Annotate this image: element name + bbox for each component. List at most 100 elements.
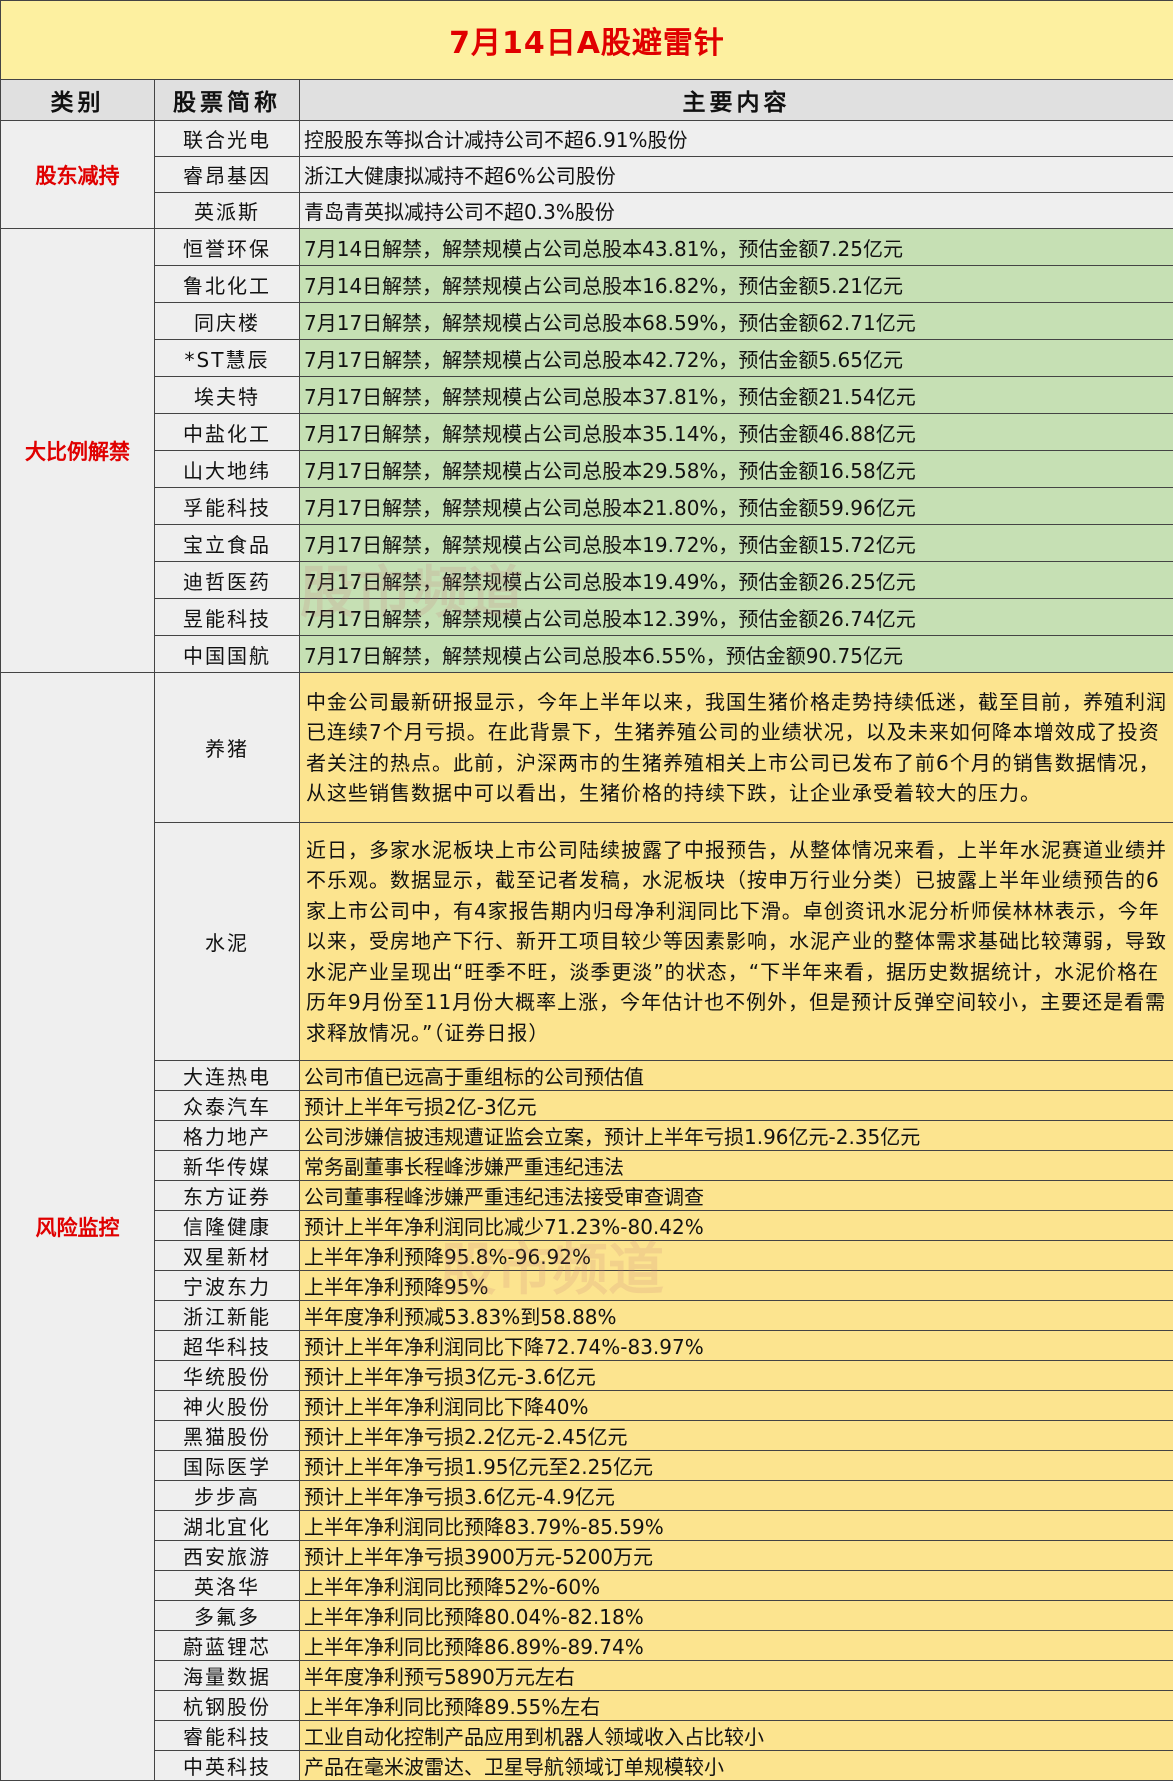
table-row: 睿昂基因 浙江大健康拟减持不超6%公司股份 — [1, 156, 1173, 193]
stock-name-cell: 睿昂基因 — [154, 156, 300, 193]
table-row: 风险监控 养猪 中金公司最新研报显示，今年上半年以来，我国生猪价格走势持续低迷，截至… — [0, 672, 1173, 1781]
content-cell: 上半年净利预降95.8%-96.92% — [298, 1240, 1173, 1271]
content-cell: 预计上半年净亏损3900万元-5200万元 — [298, 1540, 1173, 1571]
stock-name-cell: 新华传媒 — [154, 1150, 300, 1181]
table-row: 宁波东力 上半年净利预降95% — [1, 1270, 1173, 1301]
stock-name-cell: 步步高 — [154, 1480, 300, 1511]
table-row: 超华科技 预计上半年净利润同比下降72.74%-83.97% — [1, 1330, 1173, 1361]
stock-name-cell: *ST慧辰 — [154, 339, 300, 377]
stock-name-cell: 孚能科技 — [154, 487, 300, 525]
stock-name-cell: 双星新材 — [154, 1240, 300, 1271]
table-row: 英洛华 上半年净利润同比预降52%-60% — [1, 1570, 1173, 1601]
table-row: 浙江新能 半年度净利预减53.83%到58.88% — [1, 1300, 1173, 1331]
content-cell: 7月17日解禁，解禁规模占公司总股本6.55%，预估金额90.75亿元 — [298, 635, 1173, 673]
stock-name-cell: 东方证券 — [154, 1180, 300, 1211]
stock-name-cell: 养猪 — [154, 672, 300, 823]
table-row: 蔚蓝锂芯 上半年净利同比预降86.89%-89.74% — [1, 1630, 1173, 1661]
content-cell: 预计上半年净利润同比减少71.23%-80.42% — [298, 1210, 1173, 1241]
stock-name-cell: 国际医学 — [154, 1450, 300, 1481]
stock-name-cell: 众泰汽车 — [154, 1090, 300, 1121]
table-row: 山大地纬 7月17日解禁，解禁规模占公司总股本29.58%，预估金额16.58亿元 — [1, 450, 1173, 488]
content-cell: 上半年净利同比预降86.89%-89.74% — [298, 1630, 1173, 1661]
content-cell: 公司市值已远高于重组标的公司预估值 — [298, 1060, 1173, 1091]
table-row: 鲁北化工 7月14日解禁，解禁规模占公司总股本16.82%，预估金额5.21亿元 — [1, 265, 1173, 303]
content-cell: 浙江大健康拟减持不超6%公司股份 — [298, 156, 1173, 193]
stock-name-cell: 超华科技 — [154, 1330, 300, 1361]
table-row: 大连热电 公司市值已远高于重组标的公司预估值 — [1, 1060, 1173, 1091]
table-row: 迪哲医药 7月17日解禁，解禁规模占公司总股本19.49%，预估金额26.25亿元 — [1, 561, 1173, 599]
stock-name-cell: 黑猫股份 — [154, 1420, 300, 1451]
content-cell: 7月17日解禁，解禁规模占公司总股本12.39%，预估金额26.74亿元 — [298, 598, 1173, 636]
table-row: 中英科技 产品在毫米波雷达、卫星导航领域订单规模较小 — [1, 1750, 1173, 1781]
table-row: 中国国航 7月17日解禁，解禁规模占公司总股本6.55%，预估金额90.75亿元 — [1, 635, 1173, 673]
content-cell: 预计上半年净利润同比下降40% — [298, 1390, 1173, 1421]
table-row: *ST慧辰 7月17日解禁，解禁规模占公司总股本42.72%，预估金额5.65亿元 — [1, 339, 1173, 377]
table-row: 埃夫特 7月17日解禁，解禁规模占公司总股本37.81%，预估金额21.54亿元 — [1, 376, 1173, 414]
content-cell: 控股股东等拟合计减持公司不超6.91%股份 — [298, 120, 1173, 157]
table-row: 多氟多 上半年净利同比预降80.04%-82.18% — [1, 1600, 1173, 1631]
stock-name-cell: 信隆健康 — [154, 1210, 300, 1241]
content-cell: 公司涉嫌信披违规遭证监会立案，预计上半年亏损1.96亿元-2.35亿元 — [298, 1120, 1173, 1151]
stock-name-cell: 湖北宜化 — [154, 1510, 300, 1541]
sheet: 7月14日A股避雷针 类别 股票简称 主要内容 股东减持 联合光电 控股股东等拟合计… — [0, 0, 1173, 1785]
stock-name-cell: 水泥 — [154, 822, 300, 1061]
content-cell: 7月17日解禁，解禁规模占公司总股本42.72%，预估金额5.65亿元 — [298, 339, 1173, 377]
content-cell: 预计上半年净亏损1.95亿元至2.25亿元 — [298, 1450, 1173, 1481]
stock-name-cell: 多氟多 — [154, 1600, 300, 1631]
stock-name-cell: 同庆楼 — [154, 302, 300, 340]
table-row: 杭钢股份 上半年净利同比预降89.55%左右 — [1, 1690, 1173, 1721]
content-cell: 产品在毫米波雷达、卫星导航领域订单规模较小 — [298, 1750, 1173, 1781]
content-cell: 预计上半年净亏损3.6亿元-4.9亿元 — [298, 1480, 1173, 1511]
table-row: 格力地产 公司涉嫌信披违规遭证监会立案，预计上半年亏损1.96亿元-2.35亿元 — [1, 1120, 1173, 1151]
table-row: 股东减持 联合光电 控股股东等拟合计减持公司不超6.91%股份 — [0, 120, 1173, 229]
content-cell: 上半年净利润同比预降83.79%-85.59% — [298, 1510, 1173, 1541]
stock-name-cell: 宝立食品 — [154, 524, 300, 562]
table-row: 湖北宜化 上半年净利润同比预降83.79%-85.59% — [1, 1510, 1173, 1541]
content-cell: 7月17日解禁，解禁规模占公司总股本68.59%，预估金额62.71亿元 — [298, 302, 1173, 340]
stock-name-cell: 中盐化工 — [154, 413, 300, 451]
stock-name-cell: 神火股份 — [154, 1390, 300, 1421]
content-cell: 预计上半年净亏损3亿元-3.6亿元 — [298, 1360, 1173, 1391]
content-cell: 上半年净利同比预降80.04%-82.18% — [298, 1600, 1173, 1631]
content-cell: 中金公司最新研报显示，今年上半年以来，我国生猪价格走势持续低迷，截至目前，养殖利… — [298, 672, 1173, 823]
table-row: 海量数据 半年度净利预亏5890万元左右 — [1, 1660, 1173, 1691]
table-row: 东方证券 公司董事程峰涉嫌严重违纪违法接受审查调查 — [1, 1180, 1173, 1211]
stock-name-cell: 昱能科技 — [154, 598, 300, 636]
stock-name-cell: 英洛华 — [154, 1570, 300, 1601]
table-row: 中盐化工 7月17日解禁，解禁规模占公司总股本35.14%，预估金额46.88亿元 — [1, 413, 1173, 451]
content-cell: 上半年净利同比预降89.55%左右 — [298, 1690, 1173, 1721]
content-cell: 7月17日解禁，解禁规模占公司总股本21.80%，预估金额59.96亿元 — [298, 487, 1173, 525]
content-cell: 7月14日解禁，解禁规模占公司总股本43.81%，预估金额7.25亿元 — [298, 228, 1173, 266]
table-row: 英派斯 青岛青英拟减持公司不超0.3%股份 — [1, 192, 1173, 229]
table-row: 宝立食品 7月17日解禁，解禁规模占公司总股本19.72%，预估金额15.72亿元 — [1, 524, 1173, 562]
stock-name-cell: 浙江新能 — [154, 1300, 300, 1331]
page-title: 7月14日A股避雷针 — [0, 0, 1173, 80]
header-stock-name: 股票简称 — [154, 79, 300, 121]
stock-name-cell: 西安旅游 — [154, 1540, 300, 1571]
stock-name-cell: 海量数据 — [154, 1660, 300, 1691]
stock-name-cell: 英派斯 — [154, 192, 300, 229]
stock-name-cell: 睿能科技 — [154, 1720, 300, 1751]
table-row: 国际医学 预计上半年净亏损1.95亿元至2.25亿元 — [1, 1450, 1173, 1481]
content-cell: 7月14日解禁，解禁规模占公司总股本16.82%，预估金额5.21亿元 — [298, 265, 1173, 303]
table-row: 黑猫股份 预计上半年净亏损2.2亿元-2.45亿元 — [1, 1420, 1173, 1451]
content-cell: 半年度净利预减53.83%到58.88% — [298, 1300, 1173, 1331]
content-cell: 预计上半年净利润同比下降72.74%-83.97% — [298, 1330, 1173, 1361]
category-cell: 大比例解禁 — [0, 228, 155, 673]
content-cell: 上半年净利润同比预降52%-60% — [298, 1570, 1173, 1601]
stock-name-cell: 宁波东力 — [154, 1270, 300, 1301]
header-category: 类别 — [0, 79, 155, 121]
stock-name-cell: 恒誉环保 — [154, 228, 300, 266]
content-cell: 7月17日解禁，解禁规模占公司总股本35.14%，预估金额46.88亿元 — [298, 413, 1173, 451]
content-cell: 常务副董事长程峰涉嫌严重违纪违法 — [298, 1150, 1173, 1181]
table-row: 水泥 近日，多家水泥板块上市公司陆续披露了中报预告，从整体情况来看，上半年水泥赛道… — [1, 822, 1173, 1061]
table-row: 新华传媒 常务副董事长程峰涉嫌严重违纪违法 — [1, 1150, 1173, 1181]
content-cell: 预计上半年净亏损2.2亿元-2.45亿元 — [298, 1420, 1173, 1451]
content-cell: 上半年净利预降95% — [298, 1270, 1173, 1301]
table-row: 睿能科技 工业自动化控制产品应用到机器人领域收入占比较小 — [1, 1720, 1173, 1751]
content-cell: 半年度净利预亏5890万元左右 — [298, 1660, 1173, 1691]
table-row: 昱能科技 7月17日解禁，解禁规模占公司总股本12.39%，预估金额26.74亿元 — [1, 598, 1173, 636]
category-cell: 股东减持 — [0, 120, 155, 229]
table-row: 众泰汽车 预计上半年亏损2亿-3亿元 — [1, 1090, 1173, 1121]
header-main-content: 主要内容 — [298, 79, 1173, 121]
